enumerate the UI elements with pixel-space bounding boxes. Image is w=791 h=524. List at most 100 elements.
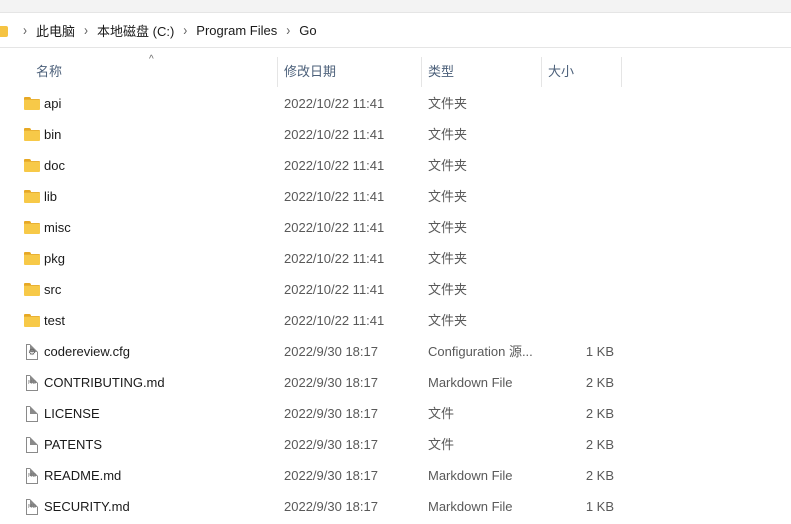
file-type: 文件夹 xyxy=(428,127,468,142)
file-modified-date: 2022/9/30 18:17 xyxy=(284,499,378,514)
file-modified-date: 2022/10/22 11:41 xyxy=(284,127,385,142)
column-divider[interactable] xyxy=(621,57,622,87)
file-row[interactable]: doc 2022/10/22 11:41 文件夹 xyxy=(0,150,791,181)
file-size xyxy=(548,305,614,336)
breadcrumb-program-files[interactable]: Program Files xyxy=(196,23,277,38)
chevron-right-icon[interactable]: › xyxy=(183,22,187,39)
file-name: pkg xyxy=(44,251,65,266)
folder-icon xyxy=(24,313,40,329)
column-header-date[interactable]: 修改日期 xyxy=(284,57,336,87)
md-file-icon xyxy=(26,468,38,484)
file-list: api 2022/10/22 11:41 文件夹 bin 2022/10/22 11:4… xyxy=(0,88,791,522)
file-size xyxy=(548,150,614,181)
file-type: 文件夹 xyxy=(428,189,468,204)
md-file-icon xyxy=(26,499,38,515)
chevron-right-icon[interactable]: › xyxy=(84,22,88,39)
file-type: 文件夹 xyxy=(428,158,468,173)
file-row[interactable]: src 2022/10/22 11:41 文件夹 xyxy=(0,274,791,305)
file-size: 2 KB xyxy=(585,437,614,452)
column-divider[interactable] xyxy=(541,57,542,87)
window-top-strip xyxy=(0,0,791,12)
folder-icon xyxy=(24,282,40,298)
file-size: 2 KB xyxy=(585,375,614,390)
file-modified-date: 2022/9/30 18:17 xyxy=(284,437,378,452)
file-modified-date: 2022/10/22 11:41 xyxy=(284,158,385,173)
file-row[interactable]: PATENTS 2022/9/30 18:17 文件 2 KB xyxy=(0,429,791,460)
file-row[interactable]: LICENSE 2022/9/30 18:17 文件 2 KB xyxy=(0,398,791,429)
breadcrumb-local-disk[interactable]: 本地磁盘 (C:) xyxy=(97,21,174,40)
config-file-icon xyxy=(26,344,38,360)
folder-icon xyxy=(24,220,40,236)
folder-icon xyxy=(0,23,8,37)
file-type: 文件夹 xyxy=(428,96,468,111)
file-row[interactable]: api 2022/10/22 11:41 文件夹 xyxy=(0,88,791,119)
file-type: Markdown File xyxy=(428,499,513,514)
file-size: 2 KB xyxy=(585,468,614,483)
file-row[interactable]: SECURITY.md 2022/9/30 18:17 Markdown File 1… xyxy=(0,491,791,522)
file-size: 1 KB xyxy=(585,499,614,514)
file-type: 文件夹 xyxy=(428,251,468,266)
file-size: 2 KB xyxy=(585,406,614,421)
file-type: 文件夹 xyxy=(428,220,468,235)
file-size xyxy=(548,243,614,274)
file-type: 文件 xyxy=(428,437,455,452)
folder-icon xyxy=(24,189,40,205)
file-row[interactable]: bin 2022/10/22 11:41 文件夹 xyxy=(0,119,791,150)
folder-icon xyxy=(24,127,40,143)
file-icon xyxy=(26,406,38,422)
file-size xyxy=(548,274,614,305)
column-header-type[interactable]: 类型 xyxy=(428,57,454,87)
address-bar[interactable]: › 此电脑 › 本地磁盘 (C:) › Program Files › Go xyxy=(0,12,791,48)
file-row[interactable]: pkg 2022/10/22 11:41 文件夹 xyxy=(0,243,791,274)
file-modified-date: 2022/10/22 11:41 xyxy=(284,282,385,297)
file-name: CONTRIBUTING.md xyxy=(44,375,165,390)
file-modified-date: 2022/9/30 18:17 xyxy=(284,468,378,483)
file-modified-date: 2022/9/30 18:17 xyxy=(284,406,378,421)
file-size xyxy=(548,119,614,150)
file-name: api xyxy=(44,96,62,111)
file-row[interactable]: codereview.cfg 2022/9/30 18:17 Configurati… xyxy=(0,336,791,367)
folder-icon xyxy=(24,158,40,174)
file-name: doc xyxy=(44,158,65,173)
file-row[interactable]: lib 2022/10/22 11:41 文件夹 xyxy=(0,181,791,212)
file-type: 文件 xyxy=(428,406,455,421)
column-divider[interactable] xyxy=(277,57,278,87)
file-size xyxy=(548,181,614,212)
column-header-name[interactable]: 名称 xyxy=(36,57,62,87)
file-name: lib xyxy=(44,189,58,204)
md-file-icon xyxy=(26,375,38,391)
file-name: bin xyxy=(44,127,62,142)
file-name: PATENTS xyxy=(44,437,103,452)
file-row[interactable]: CONTRIBUTING.md 2022/9/30 18:17 Markdown F… xyxy=(0,367,791,398)
column-divider[interactable] xyxy=(421,57,422,87)
file-size xyxy=(548,88,614,119)
column-header-size[interactable]: 大小 xyxy=(548,57,574,87)
folder-icon xyxy=(24,96,40,112)
file-type: 文件夹 xyxy=(428,313,468,328)
file-type: Configuration 源... xyxy=(428,344,533,359)
file-modified-date: 2022/10/22 11:41 xyxy=(284,189,385,204)
file-modified-date: 2022/9/30 18:17 xyxy=(284,375,378,390)
file-type: Markdown File xyxy=(428,375,513,390)
file-row[interactable]: README.md 2022/9/30 18:17 Markdown File 2 K… xyxy=(0,460,791,491)
file-row[interactable]: misc 2022/10/22 11:41 文件夹 xyxy=(0,212,791,243)
sort-ascending-icon: ^ xyxy=(149,54,154,65)
file-size xyxy=(548,212,614,243)
column-header: ^ 名称 修改日期 类型 大小 xyxy=(0,54,791,87)
file-size: 1 KB xyxy=(585,344,614,359)
chevron-right-icon[interactable]: › xyxy=(286,22,290,39)
breadcrumb-this-pc[interactable]: 此电脑 xyxy=(36,21,75,40)
file-modified-date: 2022/10/22 11:41 xyxy=(284,251,385,266)
file-modified-date: 2022/10/22 11:41 xyxy=(284,220,385,235)
file-type: Markdown File xyxy=(428,468,513,483)
file-name: codereview.cfg xyxy=(44,344,130,359)
breadcrumb-go[interactable]: Go xyxy=(299,23,316,38)
file-modified-date: 2022/10/22 11:41 xyxy=(284,313,385,328)
file-name: src xyxy=(44,282,62,297)
file-modified-date: 2022/10/22 11:41 xyxy=(284,96,385,111)
file-modified-date: 2022/9/30 18:17 xyxy=(284,344,378,359)
chevron-right-icon[interactable]: › xyxy=(23,22,27,39)
file-name: test xyxy=(44,313,65,328)
file-row[interactable]: test 2022/10/22 11:41 文件夹 xyxy=(0,305,791,336)
file-name: LICENSE xyxy=(44,406,100,421)
